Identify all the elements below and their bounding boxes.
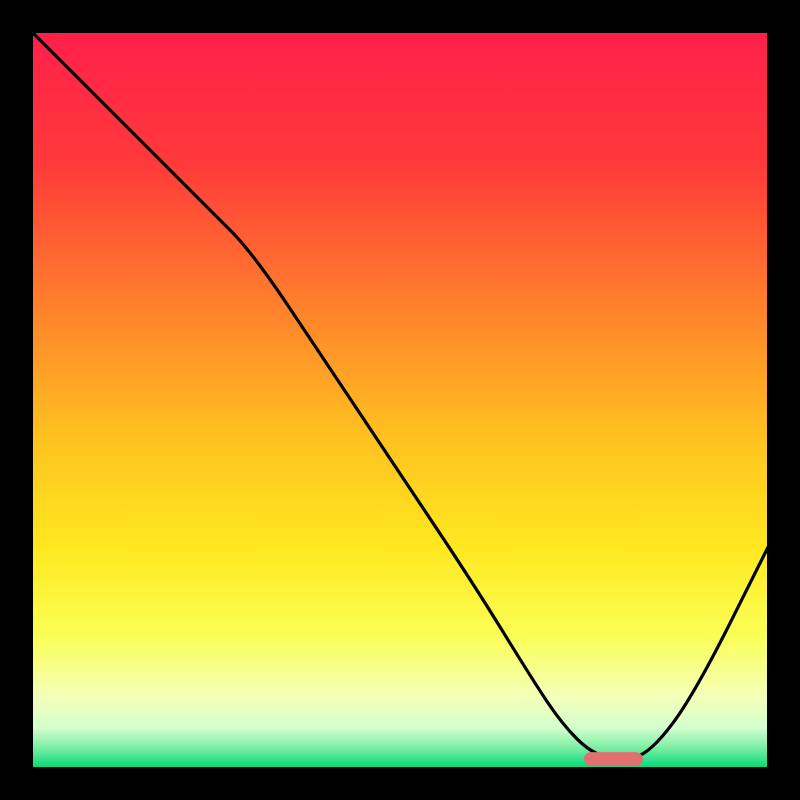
chart-frame: TheBottleneck.com (0, 0, 800, 800)
gradient-chart (0, 0, 800, 800)
optimal-range-marker (584, 752, 643, 766)
